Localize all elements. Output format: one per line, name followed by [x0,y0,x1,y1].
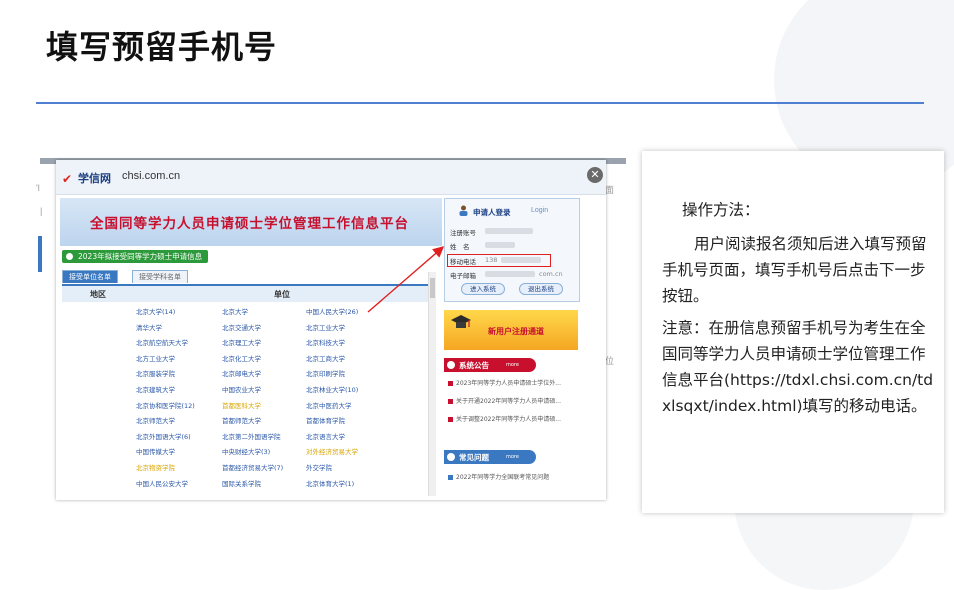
instruction-panel: 操作方法： 用户阅读报名须知后进入填写预留手机号页面，填写手机号后点击下一步按钮… [642,151,944,513]
close-icon[interactable]: ✕ [587,167,603,183]
background-fragment: 'l [36,183,40,193]
title-divider [36,102,924,104]
page-title: 填写预留手机号 [46,28,278,66]
screenshot-panel: ✔ 学信网 chsi.com.cn 全国同等学力人员申请硕士学位管理工作信息平台… [56,160,606,500]
pointer-arrow [367,246,445,313]
instruction-note: 注意：在册信息预留手机号为考生在全国同等学力人员申请硕士学位管理工作信息平台(h… [662,319,934,415]
background-fragment: | [40,206,43,216]
instruction-heading: 操作方法： [682,201,760,219]
background-divider [38,236,42,272]
instruction-text: 用户阅读报名须知后进入填写预留手机号页面，填写手机号后点击下一步按钮。 [662,235,927,305]
